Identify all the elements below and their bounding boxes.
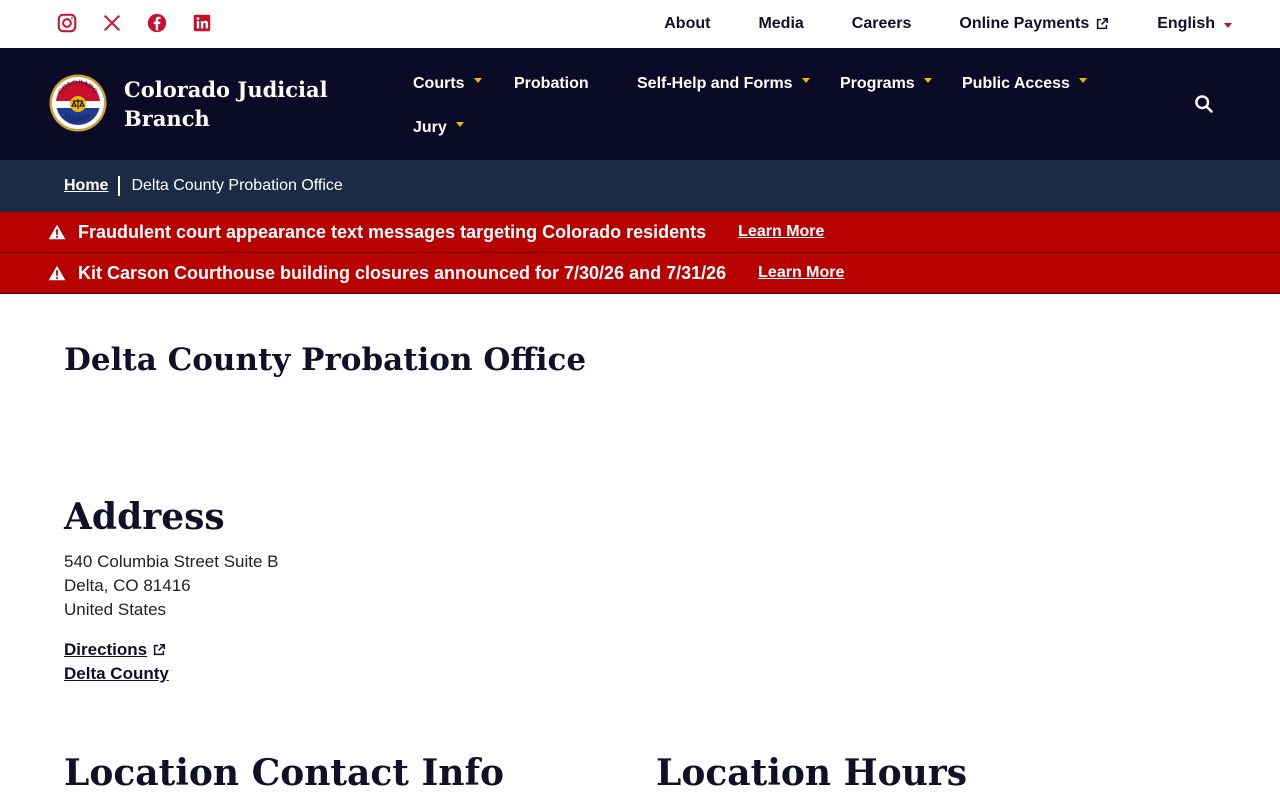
language-selector[interactable]: English (1157, 15, 1232, 33)
contact-info-heading: Location Contact Info (64, 752, 504, 794)
breadcrumb-current: Delta County Probation Office (131, 177, 343, 194)
alert-learn-more-link[interactable]: Learn More (738, 223, 824, 241)
linkedin-icon[interactable] (191, 12, 215, 36)
online-payments-label: Online Payments (959, 15, 1090, 32)
delta-county-link[interactable]: Delta County (64, 664, 169, 684)
alert-learn-more-link[interactable]: Learn More (758, 264, 844, 282)
caret-down-icon (801, 77, 810, 83)
breadcrumb: Home Delta County Probation Office (0, 160, 1280, 212)
caret-down-icon (473, 77, 482, 83)
directions-label: Directions (64, 640, 148, 659)
colorado-courts-seal-logo[interactable]: COLORADO COURTS (49, 74, 107, 132)
alert-banner-fraud: Fraudulent court appearance text message… (0, 212, 1280, 253)
location-hours-heading: Location Hours (656, 752, 968, 794)
x-icon[interactable] (101, 12, 125, 36)
about-link[interactable]: About (664, 15, 710, 33)
nav-self-help-and-forms[interactable]: Self-Help and Forms (637, 72, 810, 96)
nav-probation-label: Probation (514, 75, 589, 92)
about-label: About (664, 15, 711, 32)
alert-text: Fraudulent court appearance text message… (78, 221, 707, 242)
media-link[interactable]: Media (758, 15, 803, 33)
external-link-icon (153, 643, 166, 656)
online-payments-link[interactable]: Online Payments (959, 15, 1109, 33)
nav-courts[interactable]: Courts (413, 72, 482, 96)
alert-banner-closure: Kit Carson Courthouse building closures … (0, 253, 1280, 294)
instagram-icon[interactable] (56, 12, 80, 36)
brand-name[interactable]: Colorado Judicial Branch (124, 75, 344, 133)
warning-icon (48, 224, 66, 240)
warning-icon (48, 265, 66, 281)
address-line-2: Delta, CO 81416 (64, 576, 191, 595)
caret-down-icon (455, 121, 464, 127)
nav-courts-label: Courts (413, 75, 465, 92)
media-label: Media (758, 15, 804, 32)
utility-bar: About Media Careers Online Payments Engl… (0, 0, 1280, 48)
nav-programs-label: Programs (840, 75, 915, 92)
careers-link[interactable]: Careers (852, 15, 912, 33)
caret-down-icon (923, 77, 932, 83)
search-icon[interactable] (1194, 94, 1214, 114)
breadcrumb-separator (118, 176, 121, 196)
careers-label: Careers (851, 15, 912, 32)
nav-jury[interactable]: Jury (413, 116, 464, 140)
address-heading: Address (64, 496, 225, 538)
nav-public-access-label: Public Access (962, 75, 1070, 92)
breadcrumb-home-link[interactable]: Home (64, 177, 108, 195)
nav-programs[interactable]: Programs (840, 72, 932, 96)
page-title: Delta County Probation Office (64, 342, 587, 378)
main-header: COLORADO COURTS Colorado Judicial Branch… (0, 48, 1280, 160)
caret-down-icon (1224, 22, 1232, 28)
nav-jury-label: Jury (413, 119, 447, 136)
nav-probation[interactable]: Probation (514, 72, 589, 96)
facebook-icon[interactable] (146, 12, 170, 36)
nav-self-help-label: Self-Help and Forms (637, 75, 793, 92)
caret-down-icon (1078, 77, 1087, 83)
directions-link[interactable]: Directions (64, 640, 166, 660)
address-line-3: United States (64, 600, 167, 619)
alert-text: Kit Carson Courthouse building closures … (78, 262, 727, 283)
language-label: English (1157, 15, 1215, 32)
address-line-1: 540 Columbia Street Suite B (64, 552, 279, 571)
social-links (56, 12, 236, 36)
utility-links: About Media Careers Online Payments Engl… (616, 0, 1280, 48)
nav-public-access[interactable]: Public Access (962, 72, 1087, 96)
external-link-icon (1097, 17, 1109, 30)
